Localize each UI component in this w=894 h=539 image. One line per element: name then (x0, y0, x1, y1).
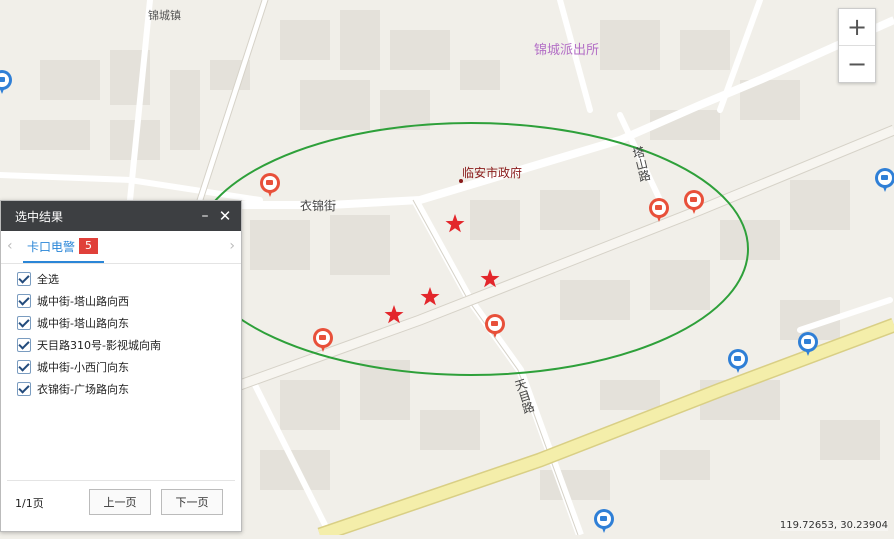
list-item-label: 天目路310号-影视城向南 (37, 339, 161, 352)
select-all-checkbox[interactable] (17, 272, 31, 286)
selection-results-panel: 选中结果 – ✕ ‹ 卡口电警 5 › 全选 城中街-塔山路向西 城中街-塔山路… (0, 200, 242, 532)
list-item-label: 衣锦街-广场路向东 (37, 383, 129, 396)
next-page-button[interactable]: 下一页 (161, 489, 223, 515)
zoom-in-button[interactable]: + (839, 9, 875, 45)
list-item-label: 城中街-塔山路向东 (37, 317, 129, 330)
list-item[interactable]: 衣锦街-广场路向东 (1, 378, 241, 400)
town-label: 锦城镇 (148, 9, 181, 22)
minimize-button[interactable]: – (195, 208, 215, 224)
list-item-label: 城中街-小西门向东 (37, 361, 129, 374)
panel-header: 选中结果 – ✕ (1, 201, 241, 231)
tab-bar: ‹ 卡口电警 5 › (1, 231, 241, 264)
select-all-label: 全选 (37, 273, 59, 286)
result-list: 全选 城中街-塔山路向西 城中街-塔山路向东 天目路310号-影视城向南 城中街… (1, 264, 241, 400)
zoom-out-button[interactable]: − (839, 45, 875, 82)
tab-next-arrow-icon[interactable]: › (229, 238, 235, 254)
item-checkbox[interactable] (17, 294, 31, 308)
yijin-street-label: 衣锦街 (300, 199, 337, 213)
item-checkbox[interactable] (17, 360, 31, 374)
zoom-control: + − (838, 8, 876, 83)
prev-page-button[interactable]: 上一页 (89, 489, 151, 515)
tab-label: 卡口电警 (27, 239, 76, 254)
list-item-label: 城中街-塔山路向西 (37, 295, 129, 308)
government-label: 临安市政府 (462, 166, 523, 180)
item-checkbox[interactable] (17, 382, 31, 396)
tab-prev-arrow-icon[interactable]: ‹ (7, 238, 13, 254)
list-item[interactable]: 天目路310号-影视城向南 (1, 334, 241, 356)
close-button[interactable]: ✕ (215, 207, 235, 225)
police-station-label: 锦城派出所 (534, 43, 600, 58)
item-checkbox[interactable] (17, 316, 31, 330)
tab-count-badge: 5 (79, 238, 99, 254)
list-item[interactable]: 城中街-小西门向东 (1, 356, 241, 378)
list-item[interactable]: 城中街-塔山路向东 (1, 312, 241, 334)
coordinate-readout: 119.72653, 30.23904 (779, 520, 888, 531)
pagination: 1/1页 上一页 下一页 (7, 480, 235, 521)
list-item[interactable]: 城中街-塔山路向西 (1, 290, 241, 312)
item-checkbox[interactable] (17, 338, 31, 352)
page-info: 1/1页 (15, 497, 44, 510)
panel-title: 选中结果 (15, 209, 64, 224)
tab-checkpoint[interactable]: 卡口电警 5 (23, 231, 105, 263)
select-all-row[interactable]: 全选 (1, 268, 241, 290)
